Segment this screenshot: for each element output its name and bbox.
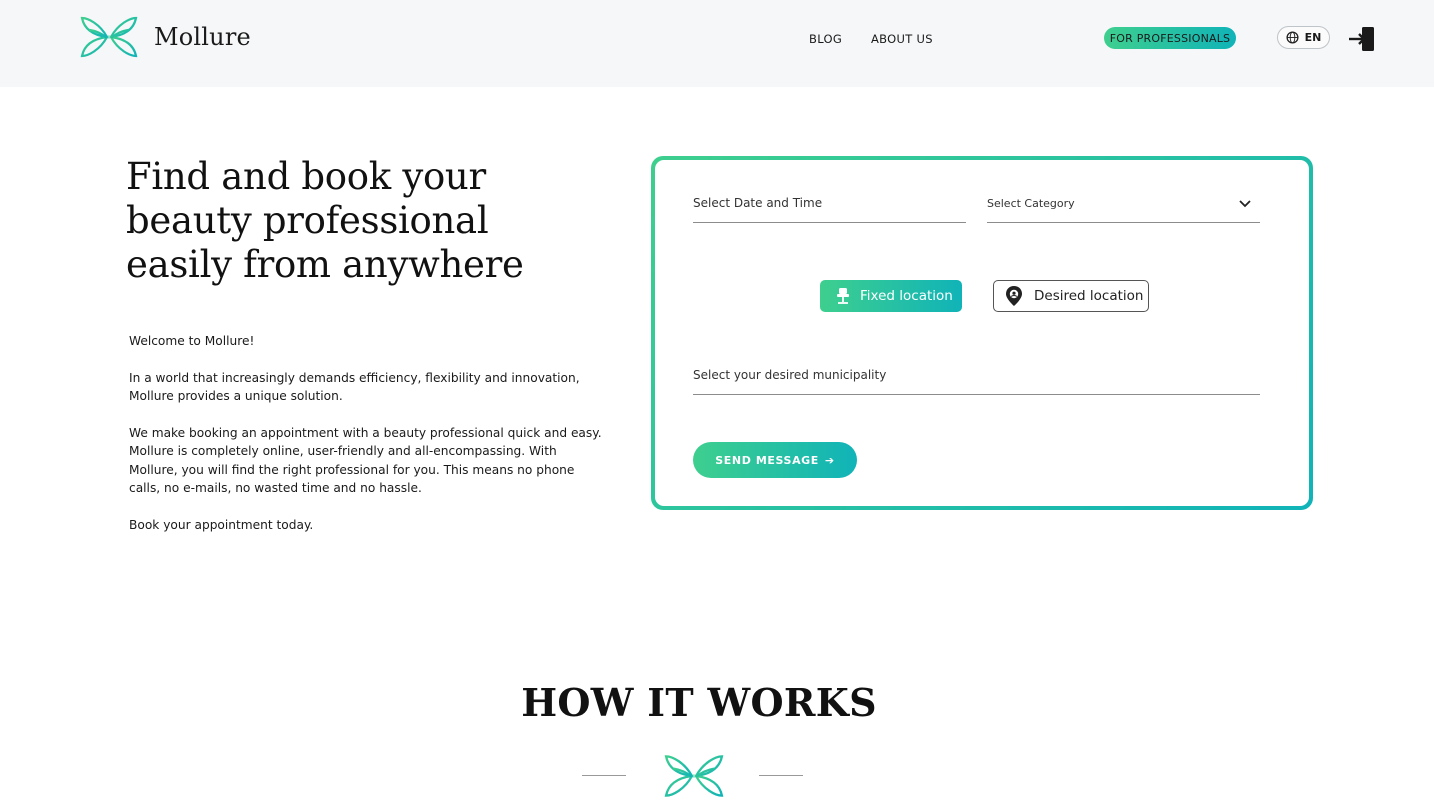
how-it-works-title: HOW IT WORKS	[521, 680, 877, 725]
brand-logo[interactable]: Mollure	[80, 16, 251, 58]
brand-name: Mollure	[154, 23, 251, 51]
intro-paragraph: We make booking an appointment with a be…	[129, 426, 602, 496]
arrow-right-icon: ➔	[824, 453, 835, 467]
for-professionals-button[interactable]: FOR PROFESSIONALS	[1104, 27, 1236, 49]
date-time-field[interactable]: Select Date and Time	[693, 192, 966, 223]
divider-line	[582, 775, 626, 776]
nav-about-link[interactable]: ABOUT US	[871, 32, 933, 46]
salon-chair-icon	[837, 288, 849, 304]
fixed-location-button[interactable]: Fixed location	[820, 280, 962, 312]
category-select[interactable]: Select Category	[987, 192, 1260, 223]
site-header: Mollure BLOG ABOUT US FOR PROFESSIONALS …	[0, 0, 1434, 87]
language-selector[interactable]: EN	[1277, 26, 1330, 49]
desired-location-label: Desired location	[1034, 288, 1144, 304]
intro-paragraph: Welcome to Mollure!	[129, 334, 255, 348]
intro-text: Welcome to Mollure! In a world that incr…	[129, 332, 604, 553]
municipality-placeholder: Select your desired municipality	[693, 368, 887, 382]
category-placeholder: Select Category	[987, 197, 1075, 210]
send-message-label: SEND MESSAGE	[715, 453, 819, 467]
hero-title: Find and book your beauty professional e…	[126, 155, 524, 286]
login-door-icon[interactable]	[1347, 24, 1377, 54]
desired-location-button[interactable]: Desired location	[993, 280, 1149, 312]
butterfly-logo-icon	[664, 755, 724, 797]
date-time-placeholder: Select Date and Time	[693, 196, 823, 210]
butterfly-logo-icon	[80, 16, 138, 58]
location-pin-icon	[1006, 286, 1022, 306]
send-message-button[interactable]: SEND MESSAGE ➔	[693, 442, 857, 478]
intro-paragraph: Book your appointment today.	[129, 518, 314, 533]
fixed-location-label: Fixed location	[860, 288, 953, 304]
globe-icon	[1286, 31, 1299, 44]
booking-form-card: Select Date and Time Select Category Fix…	[651, 156, 1313, 510]
municipality-field[interactable]: Select your desired municipality	[693, 363, 1260, 395]
divider-line	[759, 775, 803, 776]
chevron-down-icon	[1239, 200, 1251, 208]
nav-blog-link[interactable]: BLOG	[809, 32, 842, 46]
intro-paragraph: In a world that increasingly demands eff…	[129, 370, 580, 404]
language-code: EN	[1304, 31, 1322, 44]
for-professionals-label: FOR PROFESSIONALS	[1109, 31, 1231, 45]
booking-form: Select Date and Time Select Category Fix…	[655, 160, 1309, 506]
